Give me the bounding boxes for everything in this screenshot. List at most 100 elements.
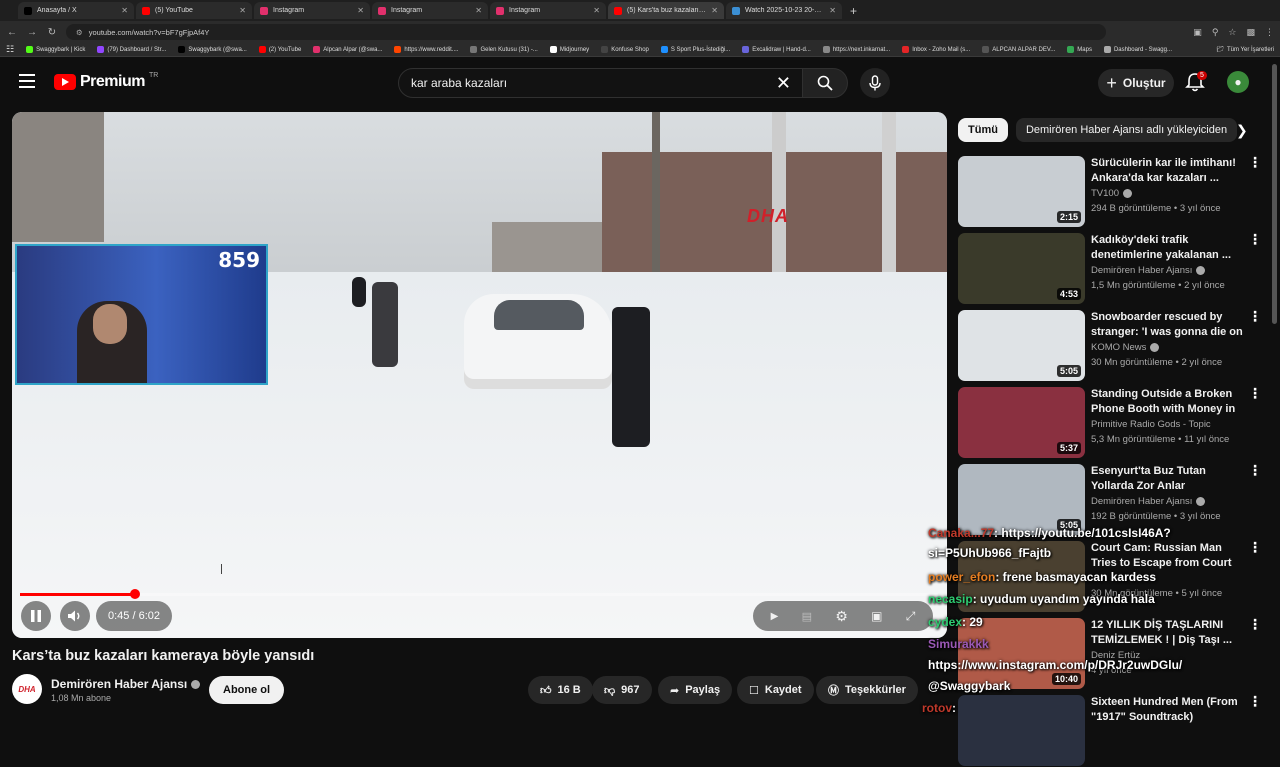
search-button[interactable] [802,68,848,98]
menu-icon[interactable] [19,74,35,88]
recommended-channel[interactable]: KOMO News [1091,342,1160,353]
browser-tab[interactable]: Instagram ✕ [372,2,488,19]
more-options-icon[interactable]: ⋮ [1248,309,1262,323]
bookmark-item[interactable]: Inbox - Zoho Mail (s... [902,46,970,53]
voice-search-button[interactable] [860,68,890,98]
miniplayer-icon[interactable]: ▣ [871,609,882,623]
bookmark-item[interactable]: Alpcan Alpar (@swa... [313,46,382,53]
account-avatar[interactable]: ● [1227,71,1249,93]
share-button[interactable]: ➦ Paylaş [658,676,733,704]
browser-tab[interactable]: Instagram ✕ [490,2,606,19]
browser-tab[interactable]: Instagram ✕ [254,2,370,19]
recommended-channel[interactable]: Primitive Radio Gods - Topic [1091,419,1211,430]
like-button[interactable]: 👍︎ 16 B [528,676,593,704]
bookmark-item[interactable]: https://www.reddit.... [394,46,458,53]
pause-button[interactable] [21,601,51,631]
subscribe-button[interactable]: Abone ol [209,676,285,704]
more-options-icon[interactable]: ⋮ [1248,617,1262,631]
bookmark-item[interactable]: Konfuse Shop [601,46,649,53]
bookmark-item[interactable]: Midjourney [549,46,589,53]
bookmark-item[interactable]: Swaggybark (@swa... [178,46,247,53]
clear-search-icon[interactable]: ✕ [776,73,791,94]
channel-name[interactable]: Demirören Haber Ajansı [51,677,201,691]
more-options-icon[interactable]: ⋮ [1248,232,1262,246]
recommended-video[interactable]: 5:05 Snowboarder rescued by stranger: 'I … [958,309,1268,382]
fullscreen-icon[interactable]: ⤢ [906,609,916,624]
video-thumbnail[interactable]: 5:37 [958,387,1085,458]
url-field[interactable]: ⚙ youtube.com/watch?v=bF7gFjpAf4Y [66,24,1106,40]
recommended-channel[interactable]: Demirören Haber Ajansı [1091,265,1206,276]
recommended-video[interactable]: Sixteen Hundred Men (From "1917" Soundtr… [958,694,1268,767]
close-tab-icon[interactable]: ✕ [593,6,600,15]
dislike-button[interactable]: 👎︎ 967 [592,676,652,704]
progress-scrubber[interactable] [129,589,140,599]
save-button[interactable]: ☐ Kaydet [737,676,814,704]
bookmark-item[interactable]: Maps [1067,46,1092,53]
browser-tab[interactable]: Anasayfa / X ✕ [18,2,134,19]
extensions-icon[interactable]: ▩ [1246,27,1255,38]
recommended-video[interactable]: 5:37 Standing Outside a Broken Phone Boot… [958,386,1268,459]
back-icon[interactable]: ← [6,27,18,38]
settings-icon[interactable]: ⚙ [835,608,848,625]
progress-bar[interactable] [20,589,938,599]
chevron-right-icon[interactable]: ❯ [1236,122,1248,139]
thanks-button[interactable]: Ⓜ Teşekkürler [816,676,918,704]
all-bookmarks-folder[interactable]: 📁︎ Tüm Yer İşaretleri [1216,46,1274,54]
subtitles-icon[interactable]: ▤ [802,610,812,623]
zoom-icon[interactable]: ⚲ [1212,27,1219,38]
browser-tab[interactable]: (5) YouTube ✕ [136,2,252,19]
recommended-channel[interactable]: TV100 [1091,188,1132,199]
bookmark-item[interactable]: S Sport Plus-İstediği... [660,46,730,53]
menu-dots-icon[interactable]: ⋮ [1265,27,1274,38]
more-options-icon[interactable]: ⋮ [1248,463,1262,477]
browser-tab[interactable]: (5) Kars'ta buz kazaları kam ✕ [608,2,724,19]
youtube-premium-logo[interactable]: Premium TR [54,72,158,91]
chat-message: Canaka...77: https://youtu.be/101csIsI46… [928,526,1171,540]
apps-grid-icon[interactable]: ☷ [6,44,14,55]
recommended-video[interactable]: 4:53 Kadıköy'deki trafik denetimlerine ya… [958,232,1268,305]
recommended-video[interactable]: 2:15 Sürücülerin kar ile imtihanı! Ankara… [958,155,1268,228]
bookmark-item[interactable]: Gelen Kutusu (31) -... [470,46,538,53]
more-options-icon[interactable]: ⋮ [1248,694,1262,708]
bookmark-item[interactable]: Dashboard - Swagg... [1103,46,1172,53]
video-watermark: DHA [747,206,789,226]
bookmark-item[interactable]: https://next.inkarnat... [822,46,890,53]
video-thumbnail[interactable]: 5:05 [958,310,1085,381]
video-thumbnail[interactable] [958,695,1085,766]
chip-all[interactable]: Tümü [958,118,1008,142]
close-tab-icon[interactable]: ✕ [357,6,364,15]
recommended-channel[interactable]: Demirören Haber Ajansı [1091,496,1206,507]
cast-icon[interactable]: ▣ [1193,27,1202,38]
volume-button[interactable] [60,601,90,631]
video-thumbnail[interactable]: 2:15 [958,156,1085,227]
video-frame-person [352,277,366,307]
chip-from-uploader[interactable]: Demirören Haber Ajansı adlı yükleyiciden [1015,118,1238,142]
close-tab-icon[interactable]: ✕ [829,6,836,15]
browser-tab[interactable]: Watch 2025-10-23 20-01-57 | S ✕ [726,2,842,19]
video-thumbnail[interactable]: 5:05 [958,464,1085,535]
create-button[interactable]: + Oluştur [1098,69,1174,97]
bookmark-item[interactable]: Swaggybark | Kick [26,46,85,53]
forward-icon[interactable]: → [26,27,38,38]
close-tab-icon[interactable]: ✕ [475,6,482,15]
bookmark-item[interactable]: (79) Dashboard / Str... [97,46,166,53]
bookmark-item[interactable]: ALPCAN ALPAR DEV... [982,46,1055,53]
new-tab-icon[interactable]: + [844,4,863,18]
page-scrollbar[interactable] [1272,64,1277,324]
site-info-icon[interactable]: ⚙ [76,28,83,37]
close-tab-icon[interactable]: ✕ [239,6,246,15]
reload-icon[interactable]: ↻ [46,27,58,38]
channel-avatar[interactable]: DHA [12,674,42,704]
more-options-icon[interactable]: ⋮ [1248,155,1262,169]
bookmark-item[interactable]: Excalidraw | Hand-d... [742,46,811,53]
more-options-icon[interactable]: ⋮ [1248,540,1262,554]
close-tab-icon[interactable]: ✕ [121,6,128,15]
video-thumbnail[interactable]: 4:53 [958,233,1085,304]
more-options-icon[interactable]: ⋮ [1248,386,1262,400]
video-player[interactable]: DHA 859 [12,112,947,638]
bookmark-item[interactable]: (2) YouTube [258,46,301,53]
bookmark-star-icon[interactable]: ☆ [1228,27,1236,38]
search-input[interactable]: kar araba kazaları ✕ [398,68,808,98]
autoplay-toggle-icon[interactable]: ▶ [771,611,779,622]
close-tab-icon[interactable]: ✕ [711,6,718,15]
